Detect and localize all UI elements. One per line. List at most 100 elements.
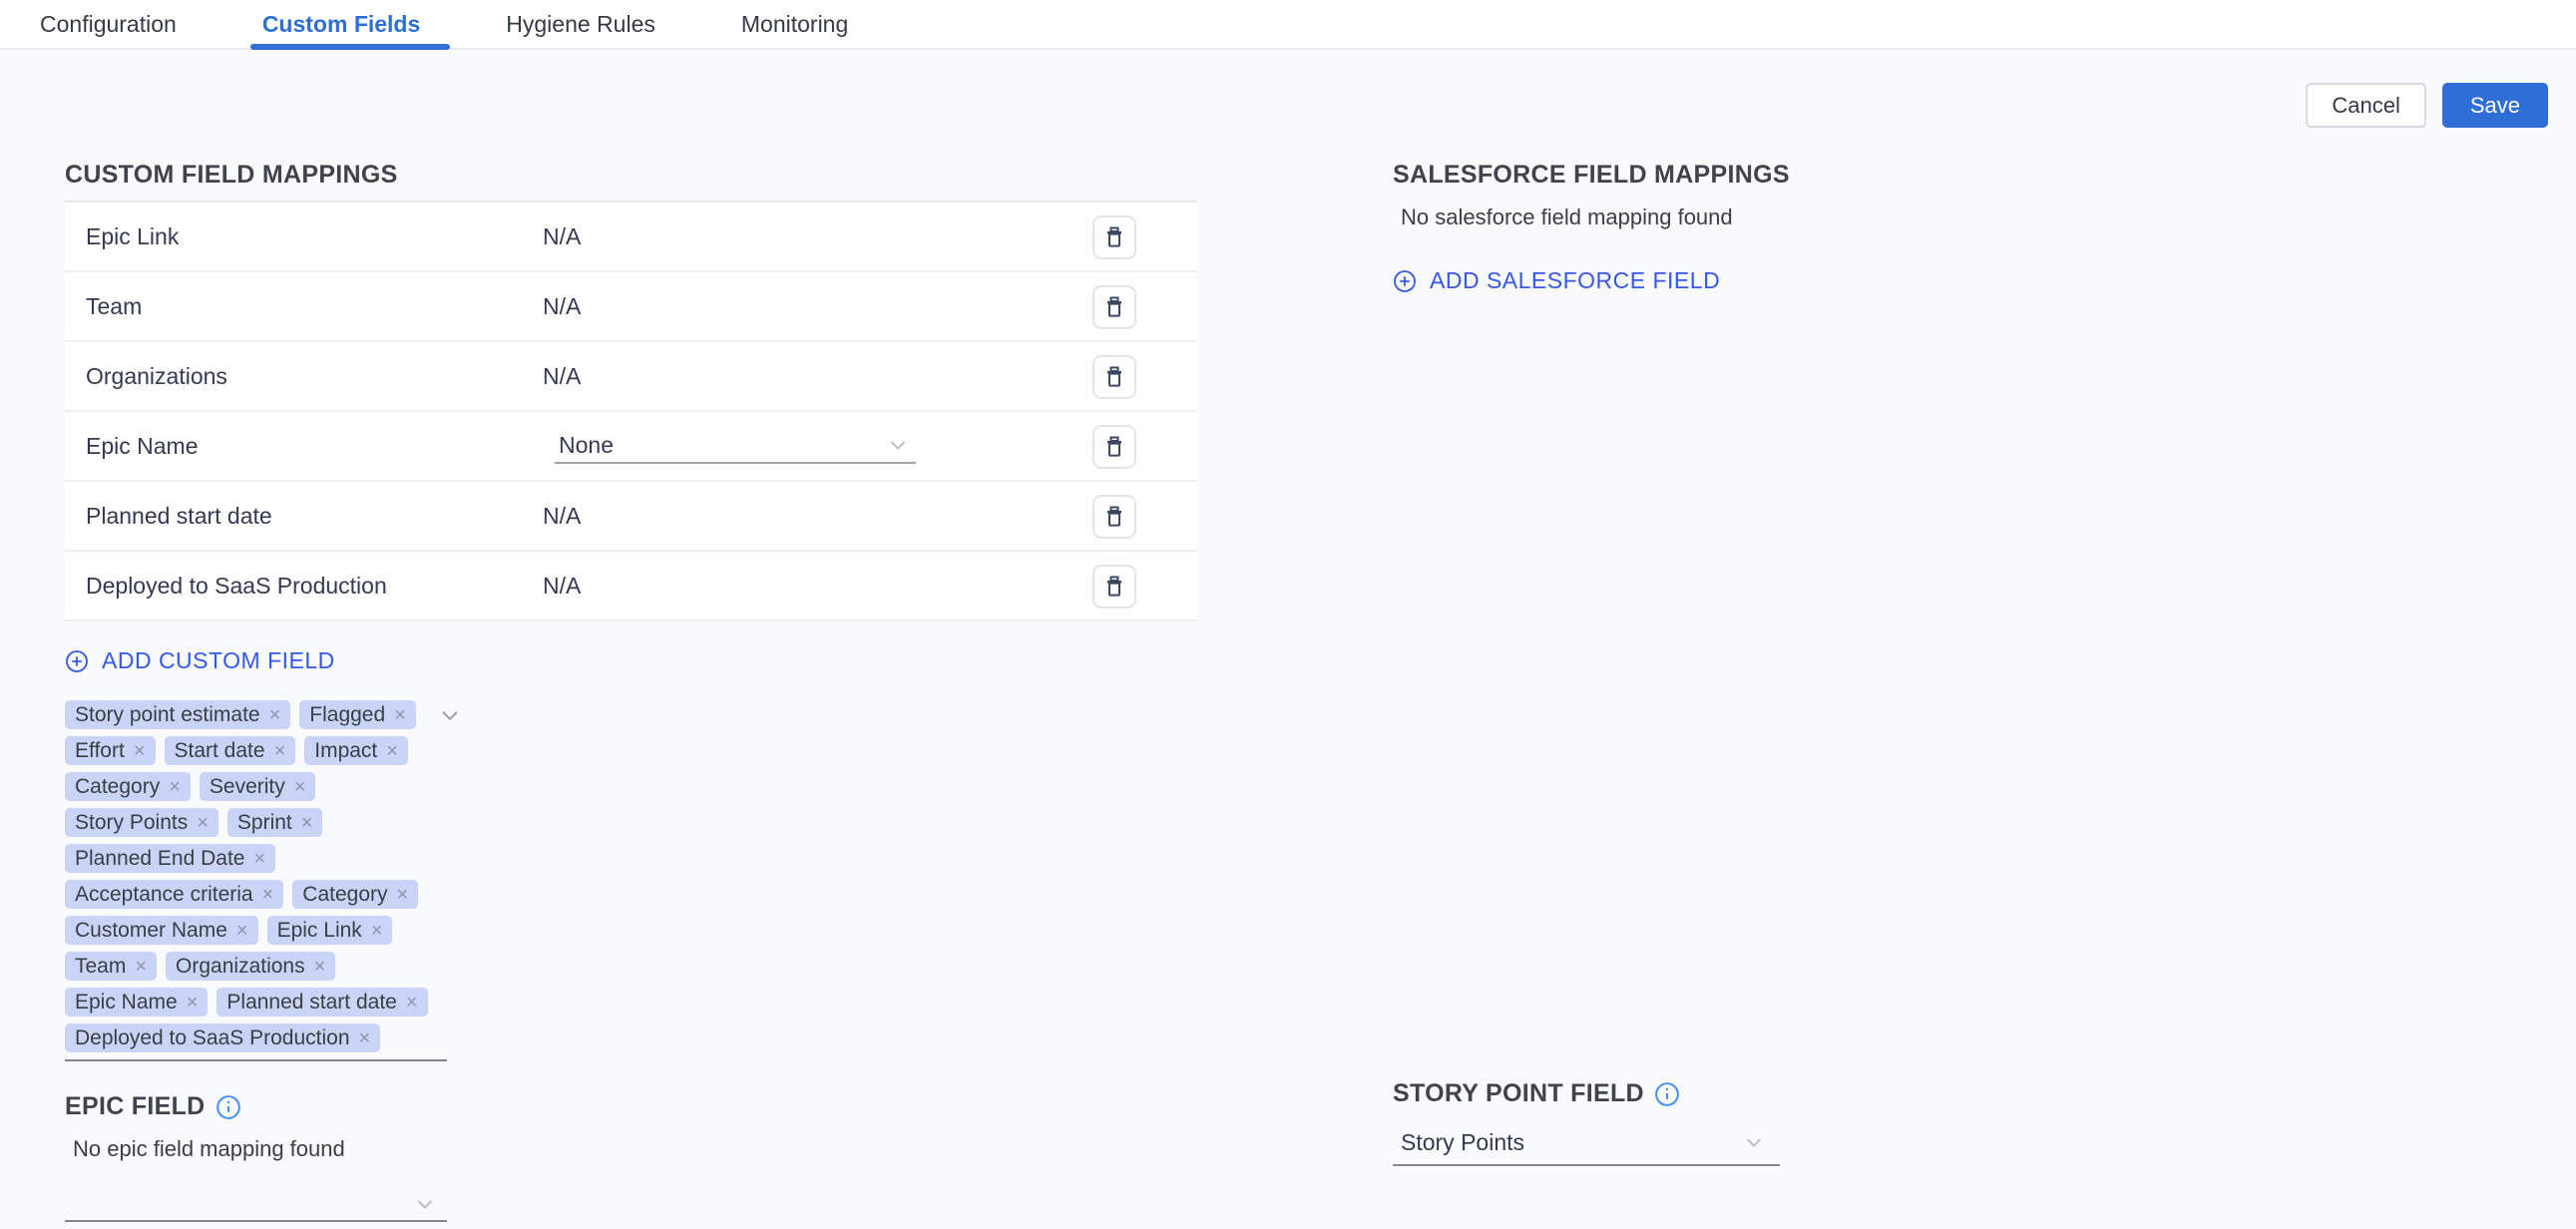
chip-remove-icon[interactable]: × <box>134 741 146 761</box>
trash-icon <box>1102 504 1126 530</box>
chip-label: Impact <box>314 739 377 763</box>
chip-label: Organizations <box>176 955 305 979</box>
add-custom-field-label: ADD CUSTOM FIELD <box>102 647 335 674</box>
chip-row: Acceptance criteria × Category × <box>65 880 484 909</box>
custom-field-table: Epic LinkN/ATeamN/AOrganizationsN/AEpic … <box>65 201 1197 621</box>
custom-field-mappings-title: CUSTOM FIELD MAPPINGS <box>65 161 1197 190</box>
epic-field-title: EPIC FIELD <box>65 1092 1197 1121</box>
chip-label: Epic Link <box>277 919 362 943</box>
field-chip: Effort × <box>65 736 156 765</box>
table-row: Epic LinkN/A <box>65 203 1197 272</box>
chip-remove-icon[interactable]: × <box>274 741 286 761</box>
epic-field-title-text: EPIC FIELD <box>65 1092 206 1121</box>
custom-fields-column: CUSTOM FIELD MAPPINGS Epic LinkN/ATeamN/… <box>65 161 1197 1222</box>
plus-circle-icon <box>65 649 89 673</box>
epic-field-empty-text: No epic field mapping found <box>65 1136 1197 1162</box>
chip-remove-icon[interactable]: × <box>294 777 306 797</box>
trash-icon <box>1102 294 1126 320</box>
chip-remove-icon[interactable]: × <box>262 885 274 905</box>
chip-remove-icon[interactable]: × <box>314 957 326 977</box>
delete-button[interactable] <box>1092 425 1136 469</box>
salesforce-column: SALESFORCE FIELD MAPPINGS No salesforce … <box>1393 161 2550 294</box>
story-point-field-title-text: STORY POINT FIELD <box>1393 1079 1644 1108</box>
chip-label: Epic Name <box>75 991 178 1015</box>
chip-remove-icon[interactable]: × <box>394 705 406 725</box>
info-icon[interactable] <box>1654 1081 1680 1107</box>
field-chip: Customer Name× <box>65 916 258 945</box>
plus-circle-icon <box>1393 269 1417 293</box>
table-row: TeamN/A <box>65 272 1197 342</box>
field-chip: Planned End Date× <box>65 844 275 873</box>
delete-button[interactable] <box>1092 565 1136 609</box>
table-row: OrganizationsN/A <box>65 342 1197 412</box>
field-chip: Category × <box>292 880 418 909</box>
chip-label: Category <box>302 883 387 907</box>
chip-label: Start date <box>175 739 265 763</box>
available-fields: Story point estimate×Flagged×Effort×Star… <box>65 700 484 1052</box>
table-row: Epic NameNone <box>65 412 1197 482</box>
chevron-down-icon <box>413 1192 437 1216</box>
field-value: N/A <box>543 503 581 530</box>
chip-remove-icon[interactable]: × <box>269 705 281 725</box>
trash-icon <box>1102 364 1126 390</box>
chip-label: Flagged <box>309 703 385 727</box>
chevron-down-icon <box>1742 1130 1766 1154</box>
tab-bar: Configuration Custom Fields Hygiene Rules M… <box>0 0 2576 50</box>
chip-label: Effort <box>75 739 125 763</box>
delete-button[interactable] <box>1092 495 1136 539</box>
custom-field-mappings-title-text: CUSTOM FIELD MAPPINGS <box>65 161 398 190</box>
chip-label: Story Points <box>75 811 188 835</box>
chip-remove-icon[interactable]: × <box>135 957 147 977</box>
chip-remove-icon[interactable]: × <box>359 1028 371 1048</box>
chip-label: Story point estimate <box>75 703 260 727</box>
field-chip: Deployed to SaaS Production× <box>65 1024 380 1052</box>
field-select[interactable]: None <box>555 428 916 464</box>
chip-remove-icon[interactable]: × <box>169 777 181 797</box>
salesforce-field-mappings-title-text: SALESFORCE FIELD MAPPINGS <box>1393 161 1790 190</box>
info-icon[interactable] <box>215 1094 241 1120</box>
chip-remove-icon[interactable]: × <box>197 813 209 833</box>
chip-label: Acceptance criteria <box>75 883 253 907</box>
cancel-button[interactable]: Cancel <box>2306 83 2425 128</box>
chip-remove-icon[interactable]: × <box>397 885 409 905</box>
chip-remove-icon[interactable]: × <box>406 993 418 1013</box>
field-chip: Start date × <box>165 736 296 765</box>
chip-remove-icon[interactable]: × <box>386 741 398 761</box>
delete-button[interactable] <box>1092 215 1136 259</box>
epic-field-select[interactable] <box>65 1178 447 1222</box>
add-salesforce-field-button[interactable]: ADD SALESFORCE FIELD <box>1393 267 1720 294</box>
field-chip: Planned start date× <box>216 988 427 1017</box>
tab-monitoring[interactable]: Monitoring <box>729 0 860 48</box>
chip-label: Severity <box>210 775 285 799</box>
chip-remove-icon[interactable]: × <box>187 993 199 1013</box>
story-point-field-select[interactable]: Story Points <box>1393 1120 1780 1166</box>
tab-configuration[interactable]: Configuration <box>28 0 189 48</box>
chevron-down-icon <box>886 433 910 457</box>
chip-label: Sprint <box>237 811 292 835</box>
field-chip: Team × <box>65 952 157 981</box>
chip-row: Planned End Date× <box>65 844 484 873</box>
chip-remove-icon[interactable]: × <box>236 921 248 941</box>
field-chip: Story Points × <box>65 808 218 837</box>
chip-row: Story point estimate × Flagged × <box>65 700 484 729</box>
chip-remove-icon[interactable]: × <box>301 813 313 833</box>
story-point-field-title: STORY POINT FIELD <box>1393 1079 1812 1108</box>
field-chip: Story point estimate × <box>65 700 290 729</box>
trash-icon <box>1102 434 1126 460</box>
chip-row: Customer Name× Epic Link × <box>65 916 484 945</box>
tab-hygiene-rules[interactable]: Hygiene Rules <box>494 0 667 48</box>
tab-custom-fields[interactable]: Custom Fields <box>250 0 432 48</box>
table-row: Deployed to SaaS ProductionN/A <box>65 552 1197 621</box>
chip-label: Team <box>75 955 126 979</box>
delete-button[interactable] <box>1092 355 1136 399</box>
chip-remove-icon[interactable]: × <box>253 849 265 869</box>
add-custom-field-button[interactable]: ADD CUSTOM FIELD <box>65 647 335 674</box>
save-button[interactable]: Save <box>2442 83 2548 128</box>
delete-button[interactable] <box>1092 285 1136 329</box>
add-salesforce-field-label: ADD SALESFORCE FIELD <box>1430 267 1720 294</box>
field-chip: Impact × <box>304 736 408 765</box>
chip-remove-icon[interactable]: × <box>371 921 383 941</box>
field-value: N/A <box>543 293 581 320</box>
chevron-down-icon[interactable] <box>437 702 463 728</box>
chip-row: Epic Name×Planned start date× <box>65 988 484 1017</box>
